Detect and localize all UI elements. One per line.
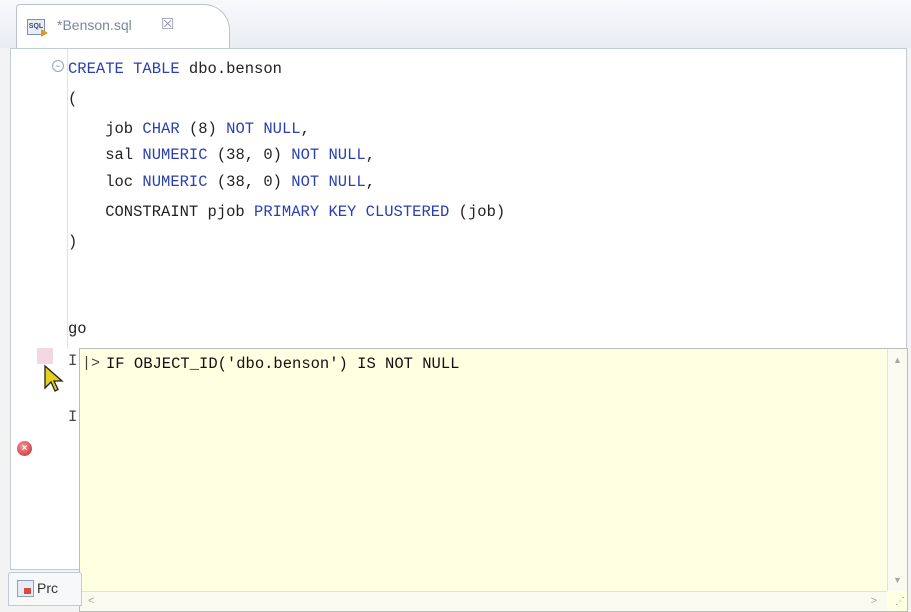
tab-title: *Benson.sql xyxy=(57,17,132,33)
content-assist-popup[interactable]: |> IF OBJECT_ID('dbo.benson') IS NOT NUL… xyxy=(79,348,908,612)
sql-keyword: PRIMARY KEY CLUSTERED xyxy=(254,203,450,221)
scroll-left-icon[interactable]: < xyxy=(88,595,94,607)
sql-keyword: NOT NULL xyxy=(291,146,366,164)
suggestion-caret: |> xyxy=(82,355,101,372)
editor-tab-bar: SQL *Benson.sql ☒ xyxy=(0,0,911,49)
code-line[interactable]: CONSTRAINT pjob PRIMARY KEY CLUSTERED (j… xyxy=(68,203,505,221)
code-token: , xyxy=(300,120,310,138)
sql-keyword: NUMERIC xyxy=(142,146,208,164)
current-line-marker xyxy=(37,348,53,364)
code-token: (38, 0) xyxy=(207,146,292,164)
sql-keyword: NOT NULL xyxy=(291,173,366,191)
vertical-scrollbar[interactable]: ▲ ▼ xyxy=(887,349,907,591)
code-token: job xyxy=(68,120,143,138)
properties-icon xyxy=(17,580,34,597)
resize-grip-icon[interactable]: ⋰ xyxy=(891,595,905,609)
code-line[interactable]: go xyxy=(68,320,87,338)
scroll-right-icon[interactable]: > xyxy=(871,595,877,607)
code-token: loc xyxy=(68,173,143,191)
code-line[interactable]: ( xyxy=(68,90,77,108)
code-token: ( xyxy=(68,90,78,108)
line-start-fragment: I xyxy=(68,408,78,426)
code-line[interactable]: CREATE TABLE dbo.benson xyxy=(68,60,282,78)
collapse-icon[interactable]: − xyxy=(52,60,64,72)
code-token: sal xyxy=(68,146,143,164)
code-line[interactable]: job CHAR (8) NOT NULL, xyxy=(68,120,310,138)
code-token: CONSTRAINT pjob xyxy=(68,203,255,221)
code-token: (8) xyxy=(179,120,227,138)
code-line[interactable]: ) xyxy=(68,233,77,251)
sql-keyword: NUMERIC xyxy=(142,173,208,191)
code-token: go xyxy=(68,320,87,338)
error-icon[interactable]: × xyxy=(17,441,32,456)
tab-benson-sql[interactable]: SQL *Benson.sql ☒ xyxy=(16,4,230,49)
tab-properties[interactable]: Prc xyxy=(8,572,82,606)
code-token: (38, 0) xyxy=(207,173,292,191)
annotation-ruler xyxy=(12,49,36,567)
horizontal-scrollbar[interactable]: < > xyxy=(80,591,887,611)
code-line[interactable]: sal NUMERIC (38, 0) NOT NULL, xyxy=(68,146,375,164)
assist-suggestion[interactable]: IF OBJECT_ID('dbo.benson') IS NOT NULL xyxy=(106,355,459,373)
code-token: (job) xyxy=(449,203,506,221)
line-start-fragment: I xyxy=(68,352,78,370)
scroll-up-icon[interactable]: ▲ xyxy=(892,355,903,365)
sql-keyword: CREATE TABLE xyxy=(68,60,180,78)
sql-keyword: NOT NULL xyxy=(226,120,301,138)
mouse-pointer-icon xyxy=(44,364,64,392)
scroll-down-icon[interactable]: ▼ xyxy=(892,575,903,585)
file-arrow-icon xyxy=(41,29,48,37)
code-token: , xyxy=(365,173,375,191)
code-token: dbo.benson xyxy=(179,60,282,78)
tab-label: Prc xyxy=(37,580,58,596)
code-token: , xyxy=(365,146,375,164)
close-icon[interactable]: ☒ xyxy=(161,15,174,33)
code-token: ) xyxy=(68,233,78,251)
sql-keyword: CHAR xyxy=(142,120,180,138)
code-line[interactable]: loc NUMERIC (38, 0) NOT NULL, xyxy=(68,173,375,191)
